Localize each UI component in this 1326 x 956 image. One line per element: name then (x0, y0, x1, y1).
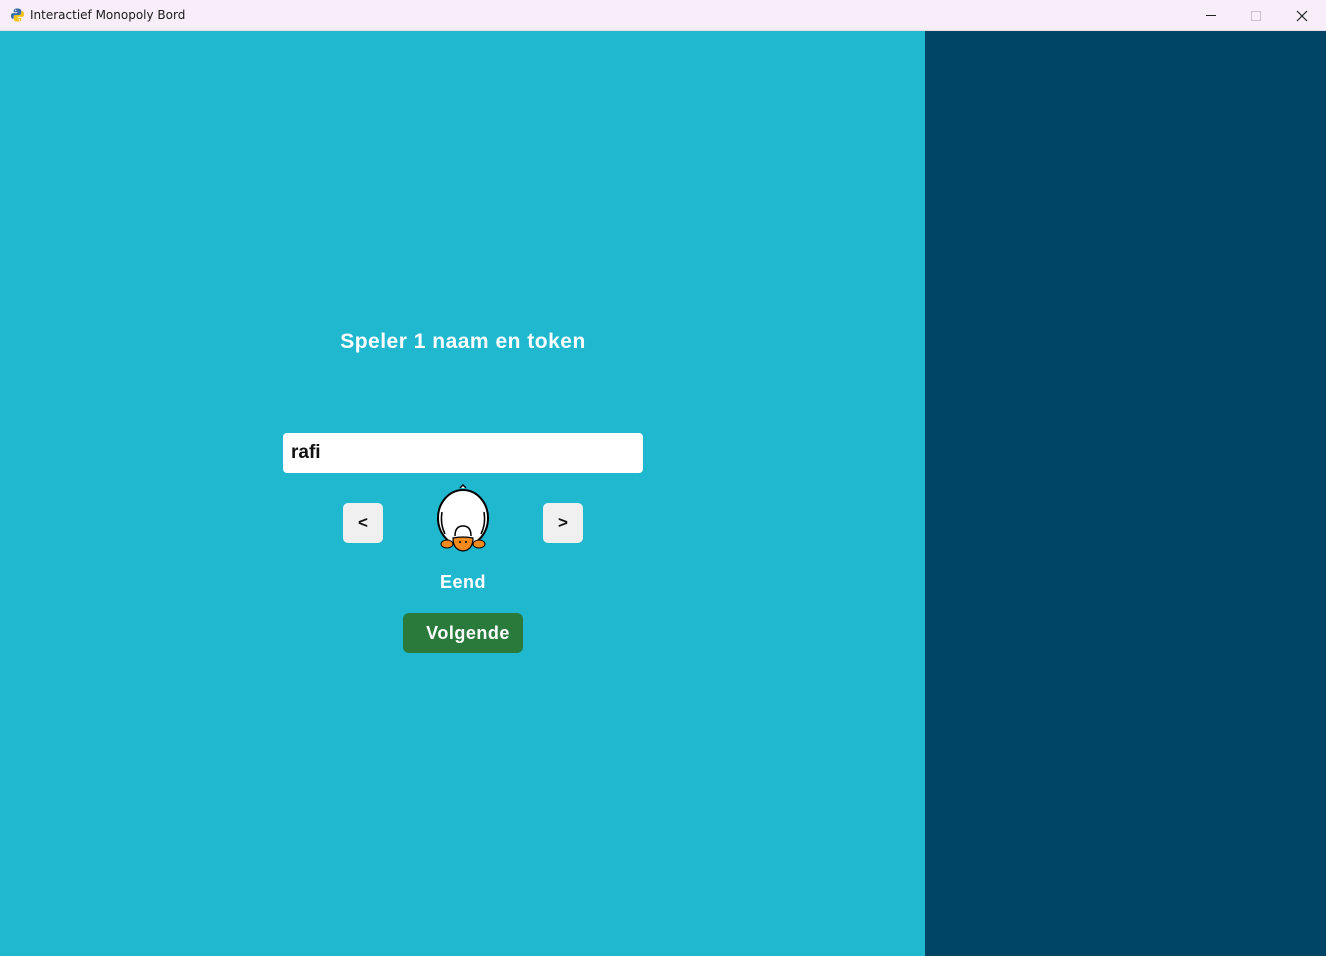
player-name-input[interactable] (283, 433, 643, 473)
continue-button[interactable]: Volgende (403, 613, 523, 653)
maximize-button[interactable] (1233, 0, 1279, 31)
duck-icon (437, 484, 489, 552)
minimize-icon (1206, 15, 1216, 16)
next-token-button[interactable]: > (543, 503, 583, 543)
minimize-button[interactable] (1188, 0, 1234, 31)
window-titlebar[interactable]: Interactief Monopoly Bord (0, 0, 1326, 31)
close-button[interactable] (1279, 0, 1325, 31)
previous-token-button[interactable]: < (343, 503, 383, 543)
maximize-icon (1251, 10, 1261, 21)
close-icon (1296, 10, 1308, 21)
python-icon (10, 8, 25, 22)
side-panel (925, 31, 1326, 956)
player-setup-heading: Speler 1 naam en token (340, 330, 586, 353)
window-title: Interactief Monopoly Bord (30, 8, 186, 22)
token-name-label: Eend (439, 572, 486, 592)
